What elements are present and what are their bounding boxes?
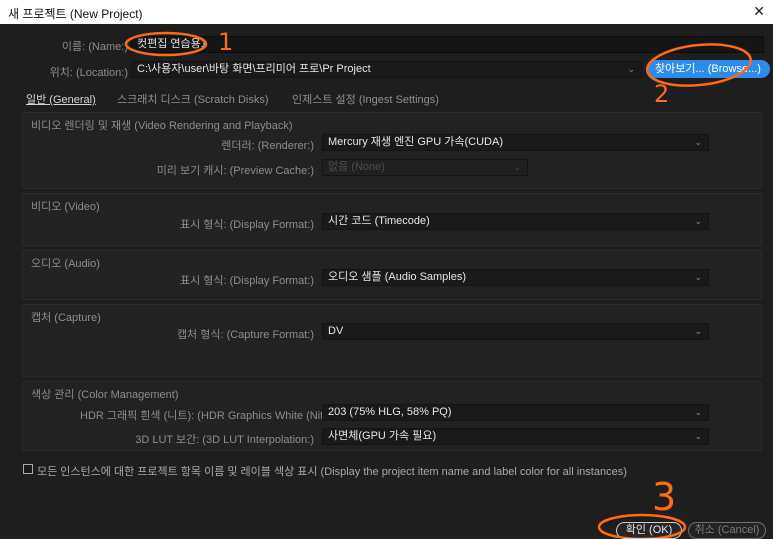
- hdr-white-label: HDR 그래픽 흰색 (니트): (HDR Graphics White (Ni…: [80, 410, 340, 422]
- window-title: 새 프로젝트 (New Project): [8, 7, 143, 21]
- renderer-label: 렌더러: (Renderer:): [221, 140, 314, 152]
- chevron-down-icon: ⌄: [627, 64, 635, 74]
- browse-button[interactable]: 찾아보기... (Browse...): [646, 60, 770, 78]
- chevron-down-icon: ⌄: [694, 137, 702, 147]
- location-select[interactable]: C:\사용자\user\바탕 화면\프리미어 프로\Pr Project ⌄: [131, 61, 642, 78]
- renderer-select[interactable]: Mercury 재생 엔진 GPU 가속(CUDA) ⌄: [322, 134, 709, 151]
- capture-title: 캡처 (Capture): [31, 312, 101, 324]
- lut-interpolation-label: 3D LUT 보간: (3D LUT Interpolation:): [135, 434, 314, 446]
- name-label: 이름: (Name:): [61, 41, 128, 53]
- video-display-format-select[interactable]: 시간 코드 (Timecode) ⌄: [322, 213, 709, 230]
- ok-button[interactable]: 확인 (OK): [616, 522, 682, 539]
- audio-display-format-select[interactable]: 오디오 샘플 (Audio Samples) ⌄: [322, 269, 709, 286]
- renderer-value: Mercury 재생 엔진 GPU 가속(CUDA): [328, 136, 504, 148]
- display-label-option-text: 모든 인스턴스에 대한 프로젝트 항목 이름 및 레이블 색상 표시 (Disp…: [37, 466, 627, 478]
- capture-format-value: DV: [328, 325, 344, 337]
- chevron-down-icon: ⌄: [694, 431, 702, 441]
- chevron-down-icon: ⌄: [694, 272, 702, 282]
- annotation-number-3: 3: [652, 475, 676, 519]
- annotation-number-2: 2: [654, 80, 669, 108]
- video-title: 비디오 (Video): [31, 201, 100, 213]
- preview-cache-value: 없음 (None): [328, 161, 385, 173]
- video-rendering-title: 비디오 렌더링 및 재생 (Video Rendering and Playba…: [31, 120, 293, 132]
- video-display-format-label: 표시 형식: (Display Format:): [180, 219, 314, 231]
- name-input[interactable]: 컷편집 연습용1: [131, 36, 764, 53]
- chevron-down-icon: ⌄: [694, 216, 702, 226]
- hdr-white-value: 203 (75% HLG, 58% PQ): [328, 406, 452, 418]
- chevron-down-icon: ⌄: [694, 326, 702, 336]
- chevron-down-icon: ⌄: [694, 407, 702, 417]
- video-display-format-value: 시간 코드 (Timecode): [328, 215, 430, 227]
- audio-display-format-label: 표시 형식: (Display Format:): [180, 275, 314, 287]
- location-value: C:\사용자\user\바탕 화면\프리미어 프로\Pr Project: [137, 63, 371, 75]
- tab-scratch-disks[interactable]: 스크래치 디스크 (Scratch Disks): [117, 91, 269, 107]
- location-label: 위치: (Location:): [49, 67, 128, 79]
- close-icon[interactable]: ✕: [753, 3, 765, 20]
- chevron-down-icon: ⌄: [513, 162, 521, 172]
- color-management-title: 색상 관리 (Color Management): [31, 389, 179, 401]
- title-bar: 새 프로젝트 (New Project) ✕: [0, 0, 773, 24]
- preview-cache-label: 미리 보기 캐시: (Preview Cache:): [156, 165, 314, 177]
- lut-interpolation-value: 사면체(GPU 가속 필요): [328, 430, 437, 442]
- audio-display-format-value: 오디오 샘플 (Audio Samples): [328, 271, 467, 283]
- capture-format-label: 캡처 형식: (Capture Format:): [176, 329, 314, 341]
- lut-interpolation-select[interactable]: 사면체(GPU 가속 필요) ⌄: [322, 428, 709, 445]
- tab-general[interactable]: 일반 (General): [26, 91, 96, 107]
- preview-cache-select: 없음 (None) ⌄: [322, 159, 528, 176]
- audio-title: 오디오 (Audio): [31, 258, 100, 270]
- tab-ingest-settings[interactable]: 인제스트 설정 (Ingest Settings): [292, 91, 439, 107]
- display-label-checkbox[interactable]: [23, 464, 33, 474]
- capture-format-select[interactable]: DV ⌄: [322, 323, 709, 340]
- hdr-white-select[interactable]: 203 (75% HLG, 58% PQ) ⌄: [322, 404, 709, 421]
- cancel-button[interactable]: 취소 (Cancel): [688, 522, 766, 539]
